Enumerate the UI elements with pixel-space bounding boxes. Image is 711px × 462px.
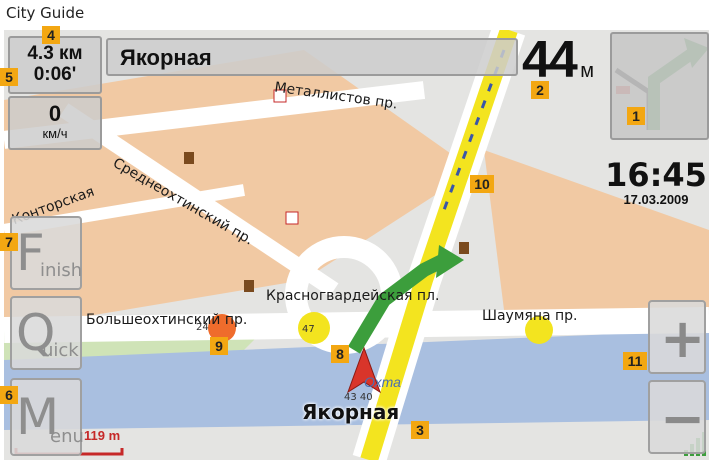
current-street-name: Якорная bbox=[120, 45, 212, 70]
finish-button[interactable]: F inish bbox=[10, 216, 82, 290]
app-title: City Guide bbox=[6, 4, 85, 22]
current-street-panel: Якорная bbox=[106, 38, 518, 76]
river-label: Охта bbox=[364, 374, 401, 390]
minus-icon: − bbox=[660, 387, 706, 450]
quick-label: uick bbox=[42, 340, 79, 361]
callout-badge-10: 10 bbox=[470, 175, 494, 193]
callout-badge-1: 1 bbox=[627, 107, 645, 125]
callout-badge-7: 7 bbox=[0, 233, 18, 251]
house-number: 24 bbox=[196, 322, 209, 333]
finish-label: inish bbox=[40, 260, 83, 281]
speed-unit: км/ч bbox=[42, 126, 68, 141]
street-label-krasnogvardeyskaya: Красногвардейская пл. bbox=[266, 288, 440, 304]
callout-badge-8: 8 bbox=[331, 345, 349, 363]
callout-badge-3: 3 bbox=[411, 421, 429, 439]
route-info-panel[interactable]: 4.3 км 0:06' bbox=[8, 36, 102, 94]
zoom-out-button[interactable]: − bbox=[648, 380, 706, 454]
street-label-shaumyana: Шаумяна пр. bbox=[482, 308, 578, 324]
menu-button[interactable]: M enu bbox=[10, 378, 84, 456]
scale-label: 119 m bbox=[84, 428, 121, 443]
clock-time: 16:45 bbox=[605, 156, 707, 194]
time-remaining: 0:06' bbox=[33, 64, 77, 85]
turn-direction-icon[interactable] bbox=[610, 32, 709, 140]
quick-button[interactable]: Q uick bbox=[10, 296, 82, 370]
callout-badge-6: 6 bbox=[0, 386, 18, 404]
zoom-in-button[interactable]: + bbox=[648, 300, 706, 374]
street-label-bolsheokhtinsky: Большеохтинский пр. bbox=[86, 312, 248, 328]
house-number: 47 bbox=[302, 324, 315, 335]
clock-date: 17.03.2009 bbox=[623, 192, 689, 207]
navigation-screen: Металлистов пр. Среднеохтинский пр. Конт… bbox=[4, 30, 709, 460]
turn-distance-unit: м bbox=[580, 60, 595, 82]
menu-label: enu bbox=[50, 426, 84, 447]
clock: 16:45 17.03.2009 bbox=[604, 158, 708, 207]
callout-badge-5: 5 bbox=[0, 68, 18, 86]
speed-panel[interactable]: 0 км/ч bbox=[8, 96, 102, 150]
callout-badge-11: 11 bbox=[623, 352, 647, 370]
callout-badge-4: 4 bbox=[42, 26, 60, 44]
plus-icon: + bbox=[660, 307, 706, 370]
speed-value: 0 bbox=[48, 101, 62, 126]
callout-badge-9: 9 bbox=[210, 337, 228, 355]
callout-badge-2: 2 bbox=[531, 81, 549, 99]
distance-remaining: 4.3 км bbox=[27, 43, 83, 64]
footer-street-name: Якорная bbox=[302, 400, 400, 424]
